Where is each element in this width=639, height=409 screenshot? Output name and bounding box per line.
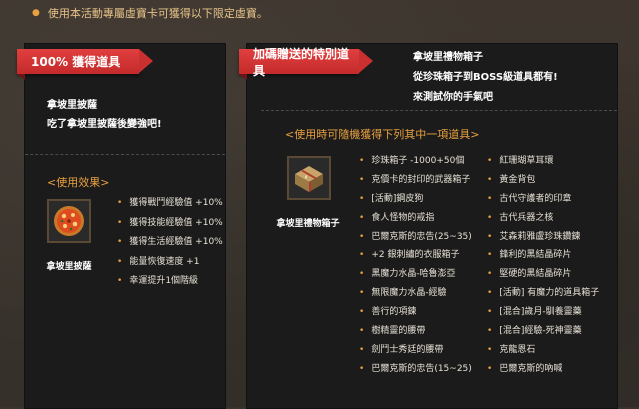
list-item: • 紅珊瑚草耳環	[487, 156, 554, 166]
guaranteed-ribbon-label: 100% 獲得道具	[31, 55, 121, 69]
list-item: • +2 銀刺繡的衣服箱子	[359, 250, 460, 261]
guaranteed-ribbon: 100% 獲得道具	[17, 49, 153, 74]
list-item: • 食人怪物的戒指	[359, 212, 435, 223]
list-item: • 鋒利的黑結晶碎片	[487, 250, 572, 261]
reward-list-left: • 珍珠箱子 -1000+50個 • 克價卡的封印的武器箱子 • [活動]鋼皮狗 • 食…	[359, 152, 472, 379]
notice-text: 使用本活動專屬虛寶卡可獲得以下限定虛寶。	[47, 7, 268, 20]
notice: ● 使用本活動專屬虛寶卡可獲得以下限定虛寶。	[32, 5, 268, 21]
effect-section-label: <使用效果>	[47, 176, 110, 189]
bonus-ribbon-label: 加碼贈送的特別道具	[253, 46, 350, 78]
ribbon-fold	[239, 74, 247, 80]
box-line-1: 從珍珠箱子到BOSS級道具都有!	[413, 72, 558, 83]
list-item: • 克價卡的封印的武器箱子	[359, 174, 471, 185]
pizza-icon	[54, 206, 84, 236]
list-item: • 巴爾克斯的吶喊	[487, 363, 563, 374]
bonus-ribbon: 加碼贈送的特別道具	[239, 47, 373, 78]
pizza-item-icon	[47, 199, 91, 243]
notice-bullet-icon: ●	[32, 8, 40, 18]
list-item: • 獲得生活經驗值 +10%	[117, 237, 223, 247]
item-description: 吃了拿坡里披薩後變強吧!	[47, 119, 162, 130]
divider	[261, 110, 617, 111]
list-item: • 克龍恩石	[487, 344, 536, 355]
list-item: • [混合]經驗-死神靈藥	[487, 326, 582, 337]
list-item: • 獲得技能經驗值 +10%	[117, 217, 223, 228]
list-item: • 巴爾克斯的忠告(15~25)	[359, 363, 472, 374]
reward-list-right: • 紅珊瑚草耳環 • 黃金背包 • 古代守護者的印章 • 古代兵器之核 • 艾森莉雅盧珍珠…	[487, 152, 599, 379]
list-item: • 堅硬的黑結晶碎片	[487, 269, 572, 280]
bonus-item-panel: 加碼贈送的特別道具 拿坡里禮物箱子 從珍珠箱子到BOSS級道具都有! 來測試你的…	[239, 43, 618, 409]
list-item: • 劍鬥士秀廷的腰帶	[359, 344, 444, 355]
guaranteed-item-panel: 100% 獲得道具 拿坡里披薩 吃了拿坡里披薩後變強吧! <使用效果> 拿坡里披…	[17, 43, 226, 409]
list-item: • 黃金背包	[487, 174, 536, 185]
ribbon-fold	[17, 74, 25, 80]
list-item: • 無限魔力水晶-經驗	[359, 288, 447, 299]
list-item: • 能量恢復速度 +1	[117, 256, 200, 267]
list-item: • [活動]鋼皮狗	[359, 193, 424, 204]
list-item: • 樹精靈的腰帶	[359, 326, 426, 337]
gift-box-icon	[295, 166, 323, 192]
list-item: • 古代兵器之核	[487, 212, 554, 223]
list-item: • 獲得戰鬥經驗值 +10%	[117, 198, 223, 208]
list-item: • 艾森莉雅盧珍珠鑽鍊	[487, 231, 581, 242]
list-item: • [活動] 有魔力的道具箱子	[487, 288, 600, 299]
random-section-label: <使用時可隨機獲得下列其中一項道具>	[285, 128, 480, 141]
list-item: • [混合]歲月-馴養靈藥	[487, 307, 582, 318]
list-item: • 幸運提升1個階級	[117, 276, 199, 286]
list-item: • 黑魔力水晶-哈魯澎亞	[359, 269, 456, 280]
gift-box-item-icon	[287, 156, 331, 200]
pizza-icon-caption: 拿坡里披薩	[46, 262, 92, 272]
divider	[25, 154, 225, 155]
effect-list: • 獲得戰鬥經驗值 +10% • 獲得技能經驗值 +10% • 獲得生活經驗值 +10…	[117, 194, 223, 292]
item-name: 拿坡里披薩	[47, 100, 97, 111]
list-item: • 巴爾克斯的忠告(25~35)	[359, 231, 472, 242]
list-item: • 古代守護者的印章	[487, 193, 572, 204]
box-line-2: 來測試你的手氣吧	[413, 92, 493, 103]
list-item: • 珍珠箱子 -1000+50個	[359, 156, 465, 166]
gift-box-icon-caption: 拿坡里禮物箱子	[276, 219, 340, 229]
list-item: • 善行的項鍊	[359, 307, 417, 318]
box-name: 拿坡里禮物箱子	[413, 52, 483, 63]
